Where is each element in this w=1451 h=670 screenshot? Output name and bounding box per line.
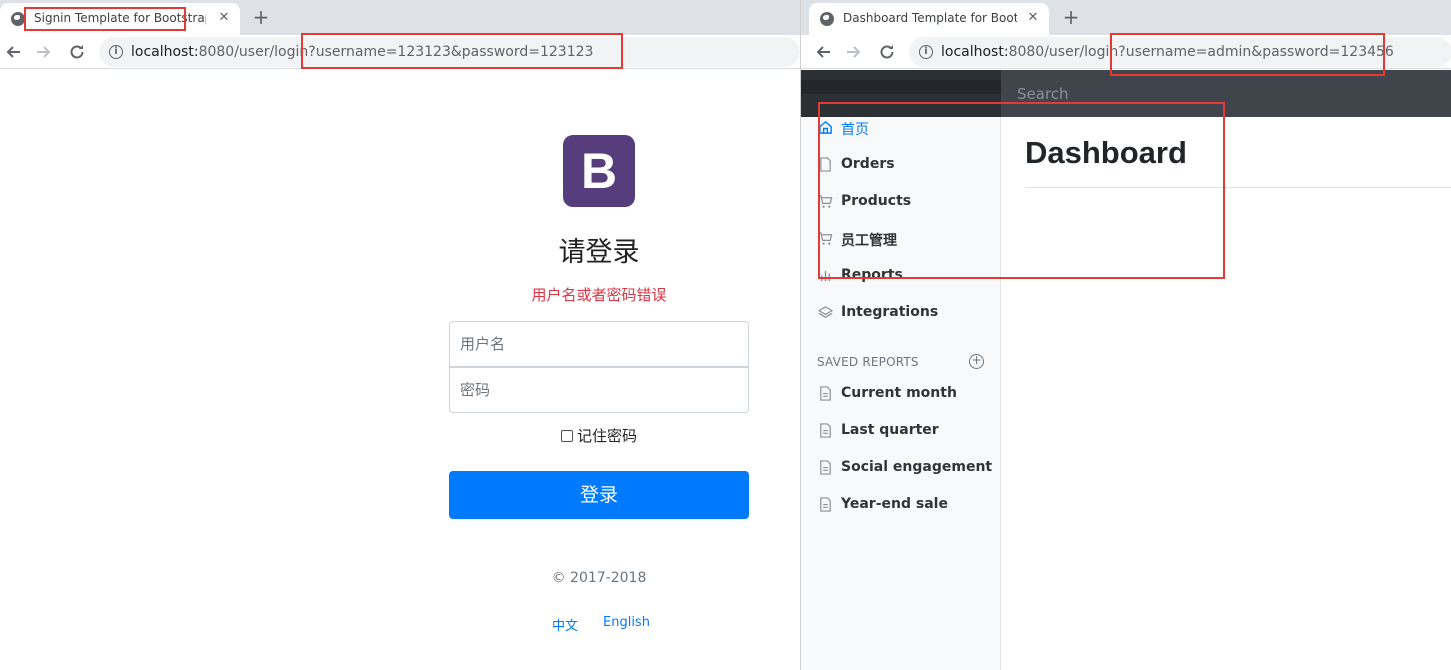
saved-report-label: Current month bbox=[841, 385, 957, 401]
signin-browser-window: Signin Template for Bootstrap ✕ + i loca… bbox=[0, 0, 800, 670]
sidebar-item-home[interactable]: 首页 bbox=[801, 114, 1001, 144]
sidebar-item-integrations[interactable]: Integrations bbox=[801, 299, 1001, 329]
plus-circle-icon[interactable]: + bbox=[969, 354, 984, 369]
remember-me: 记住密码 bbox=[0, 425, 800, 446]
arrow-left-icon bbox=[816, 46, 830, 58]
dashboard-navbar: Search bbox=[801, 70, 1451, 117]
new-tab-button[interactable]: + bbox=[1059, 6, 1083, 30]
password-input[interactable]: 密码 bbox=[449, 367, 749, 413]
sidebar-item-reports[interactable]: Reports bbox=[801, 262, 1001, 292]
reload-button[interactable] bbox=[64, 39, 90, 65]
signin-page: B 请登录 用户名或者密码错误 用户名 密码 记住密码 登录 © 2017-20… bbox=[0, 70, 800, 670]
cart-icon bbox=[818, 194, 833, 209]
tab-strip: Signin Template for Bootstrap ✕ + bbox=[0, 0, 800, 35]
lang-link-zh[interactable]: 中文 bbox=[552, 615, 578, 634]
file-text-icon bbox=[818, 423, 833, 438]
address-bar[interactable]: i localhost:8080/user/login?username=adm… bbox=[909, 37, 1451, 67]
forward-button[interactable] bbox=[31, 39, 57, 65]
home-icon bbox=[818, 120, 833, 135]
reload-icon bbox=[70, 45, 84, 59]
dashboard-main: Dashboard bbox=[1001, 117, 1451, 670]
arrow-right-icon bbox=[37, 46, 51, 58]
sidebar-item-label: Orders bbox=[841, 156, 895, 172]
remember-checkbox[interactable] bbox=[560, 430, 573, 442]
lang-link-en[interactable]: English bbox=[603, 615, 650, 630]
sidebar-item-label: Reports bbox=[841, 267, 903, 283]
url-text: localhost:8080/user/login?username=12312… bbox=[131, 44, 594, 60]
tab-title: Dashboard Template for Bootstrap bbox=[843, 11, 1017, 25]
saved-report-year-end-sale[interactable]: Year-end sale bbox=[801, 491, 1001, 521]
reload-button[interactable] bbox=[874, 39, 900, 65]
page-title: Dashboard bbox=[1025, 135, 1187, 170]
dashboard-page: Search 首页 Orders Products 员工管理 Reports I… bbox=[801, 70, 1451, 670]
cart-icon bbox=[818, 231, 833, 246]
sidebar-item-employees[interactable]: 员工管理 bbox=[801, 225, 1001, 255]
saved-report-last-quarter[interactable]: Last quarter bbox=[801, 417, 1001, 447]
tab-title: Signin Template for Bootstrap bbox=[34, 11, 206, 25]
file-text-icon bbox=[818, 386, 833, 401]
sidebar-item-label: 员工管理 bbox=[841, 233, 897, 249]
dashboard-browser-window: Dashboard Template for Bootstrap ✕ + i l… bbox=[800, 0, 1451, 670]
globe-icon bbox=[820, 12, 834, 26]
forward-button[interactable] bbox=[841, 39, 867, 65]
saved-report-social-engagement[interactable]: Social engagement bbox=[801, 454, 1001, 484]
new-tab-button[interactable]: + bbox=[249, 6, 273, 30]
copyright-text: © 2017-2018 bbox=[551, 570, 647, 586]
saved-reports-header: SAVED REPORTS bbox=[817, 355, 919, 369]
address-bar[interactable]: i localhost:8080/user/login?username=123… bbox=[99, 37, 800, 67]
bar-chart-icon bbox=[818, 268, 833, 283]
bootstrap-logo: B bbox=[563, 135, 635, 207]
close-tab-icon[interactable]: ✕ bbox=[1025, 10, 1041, 26]
login-button[interactable]: 登录 bbox=[449, 471, 749, 519]
file-icon bbox=[818, 157, 833, 172]
saved-report-label: Social engagement bbox=[841, 459, 993, 475]
file-text-icon bbox=[818, 460, 833, 475]
globe-icon bbox=[11, 12, 25, 26]
browser-tab-dashboard[interactable]: Dashboard Template for Bootstrap ✕ bbox=[809, 3, 1049, 35]
back-button[interactable] bbox=[810, 39, 836, 65]
url-text: localhost:8080/user/login?username=admin… bbox=[941, 44, 1394, 60]
navbar-brand[interactable] bbox=[801, 70, 1001, 117]
layers-icon bbox=[817, 305, 834, 320]
sidebar-item-products[interactable]: Products bbox=[801, 188, 1001, 218]
browser-toolbar: i localhost:8080/user/login?username=123… bbox=[0, 35, 800, 69]
remember-label: 记住密码 bbox=[576, 427, 637, 445]
sidebar-item-label: Products bbox=[841, 193, 912, 209]
file-text-icon bbox=[818, 497, 833, 512]
browser-toolbar: i localhost:8080/user/login?username=adm… bbox=[801, 35, 1451, 69]
search-input[interactable]: Search bbox=[1001, 70, 1451, 117]
sidebar-item-label: 首页 bbox=[841, 122, 869, 138]
arrow-right-icon bbox=[847, 46, 861, 58]
signin-heading: 请登录 bbox=[558, 237, 640, 268]
saved-report-label: Last quarter bbox=[841, 422, 939, 438]
reload-icon bbox=[880, 45, 894, 59]
login-error-message: 用户名或者密码错误 bbox=[531, 286, 667, 304]
saved-report-current-month[interactable]: Current month bbox=[801, 380, 1001, 410]
divider bbox=[1025, 187, 1451, 188]
back-button[interactable] bbox=[0, 39, 26, 65]
tab-strip: Dashboard Template for Bootstrap ✕ + bbox=[801, 0, 1451, 35]
site-info-icon[interactable]: i bbox=[109, 45, 123, 59]
close-tab-icon[interactable]: ✕ bbox=[216, 10, 232, 26]
sidebar: 首页 Orders Products 员工管理 Reports Integrat… bbox=[801, 117, 1001, 670]
sidebar-item-orders[interactable]: Orders bbox=[801, 151, 1001, 181]
site-info-icon[interactable]: i bbox=[919, 45, 933, 59]
saved-report-label: Year-end sale bbox=[841, 496, 948, 512]
browser-tab-signin[interactable]: Signin Template for Bootstrap ✕ bbox=[0, 3, 240, 35]
username-input[interactable]: 用户名 bbox=[449, 321, 749, 367]
arrow-left-icon bbox=[6, 46, 20, 58]
sidebar-item-label: Integrations bbox=[841, 304, 939, 320]
